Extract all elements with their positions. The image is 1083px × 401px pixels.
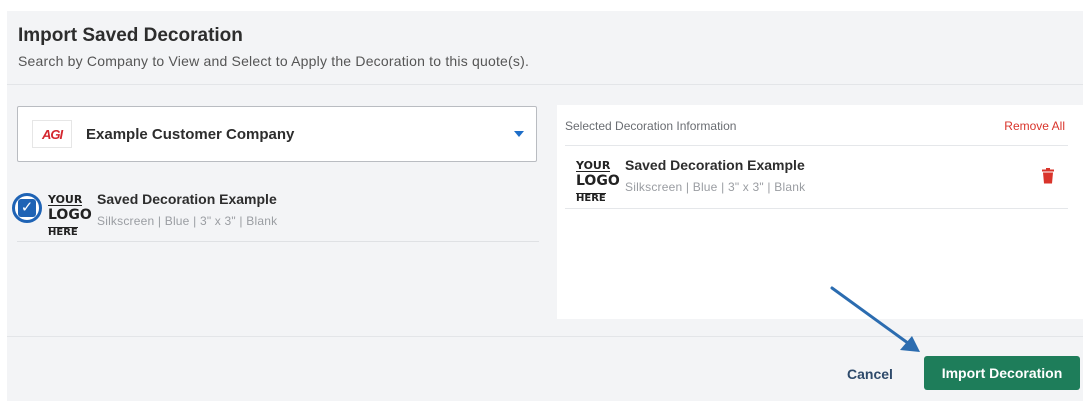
selected-decoration-name: Saved Decoration Example: [625, 157, 805, 173]
modal-title: Import Saved Decoration: [18, 25, 243, 46]
company-select-value: Example Customer Company: [86, 126, 295, 143]
divider: [565, 145, 1068, 146]
logo-placeholder-line2: LOGO: [48, 207, 92, 223]
divider: [565, 208, 1068, 209]
decoration-checkbox[interactable]: ✓: [12, 193, 42, 223]
modal-header: Import Saved Decoration Search by Compan…: [7, 11, 1083, 85]
logo-placeholder-line3: HERE: [576, 193, 606, 204]
checkbox-checked-icon: ✓: [18, 199, 36, 217]
logo-placeholder-line1: YOUR: [48, 193, 83, 206]
import-decoration-button[interactable]: Import Decoration: [924, 356, 1080, 390]
selected-panel-heading: Selected Decoration Information: [565, 119, 737, 133]
decoration-meta: Silkscreen | Blue | 3" x 3" | Blank: [97, 214, 278, 228]
remove-all-button[interactable]: Remove All: [1004, 119, 1065, 133]
trash-icon[interactable]: [1041, 168, 1055, 184]
decoration-thumbnail: YOUR LOGO HERE: [48, 190, 92, 238]
annotation-arrow-icon: [830, 286, 920, 352]
cancel-button[interactable]: Cancel: [847, 366, 893, 382]
list-item[interactable]: ✓ YOUR LOGO HERE Saved Decoration Exampl…: [12, 179, 539, 242]
logo-placeholder-line2: LOGO: [576, 173, 620, 189]
selected-decoration-meta: Silkscreen | Blue | 3" x 3" | Blank: [625, 180, 806, 194]
company-logo-text: AGI: [41, 126, 63, 142]
chevron-down-icon[interactable]: [514, 131, 524, 137]
logo-placeholder-line1: YOUR: [576, 159, 611, 172]
modal-subtitle: Search by Company to View and Select to …: [18, 53, 530, 69]
company-logo: AGI: [32, 120, 72, 148]
company-select[interactable]: AGI Example Customer Company: [17, 106, 537, 162]
logo-placeholder-line3: HERE: [48, 227, 78, 238]
decoration-name: Saved Decoration Example: [97, 191, 277, 207]
selected-decoration-thumbnail: YOUR LOGO HERE: [576, 156, 620, 204]
